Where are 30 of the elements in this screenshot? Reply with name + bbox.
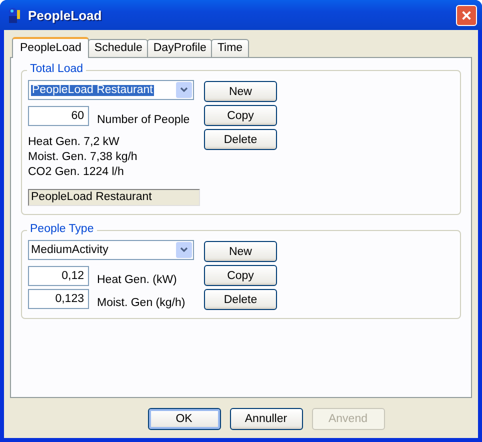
tab[interactable]: PeopleLoad — [12, 37, 90, 58]
button[interactable]: Annuller — [230, 408, 302, 430]
button[interactable]: Delete — [204, 289, 277, 310]
person-icon — [6, 7, 22, 23]
input-field[interactable]: 60 — [28, 106, 89, 126]
button[interactable]: OK — [148, 408, 220, 430]
tab[interactable]: DayProfile — [147, 39, 212, 57]
name-field: PeopleLoad Restaurant — [28, 189, 200, 206]
dropdown[interactable]: MediumActivity — [28, 240, 194, 260]
tab[interactable]: Time — [211, 39, 249, 57]
info-text: Heat Gen. 7,2 kW — [28, 136, 120, 148]
button[interactable]: Copy — [204, 105, 277, 126]
button[interactable]: New — [204, 81, 277, 102]
input-field[interactable]: 0,12 — [28, 266, 89, 286]
window-title: PeopleLoad — [28, 8, 103, 22]
group-title: People Type — [27, 223, 97, 235]
close-button[interactable] — [456, 4, 477, 26]
dropdown[interactable]: PeopleLoad Restaurant — [28, 80, 194, 100]
button[interactable]: Delete — [204, 129, 277, 150]
group-title: Total Load — [27, 63, 86, 75]
button[interactable]: Copy — [204, 265, 277, 286]
info-text: Moist. Gen. 7,38 kg/h — [28, 151, 138, 163]
field-label: Number of People — [97, 114, 190, 126]
input-field[interactable]: 0,123 — [28, 289, 89, 309]
button[interactable]: New — [204, 241, 277, 262]
close-icon — [461, 10, 472, 20]
info-text: CO2 Gen. 1224 l/h — [28, 166, 125, 178]
tab[interactable]: Schedule — [88, 39, 148, 57]
field-label: Moist. Gen (kg/h) — [97, 297, 186, 309]
field-label: Heat Gen. (kW) — [97, 274, 177, 286]
